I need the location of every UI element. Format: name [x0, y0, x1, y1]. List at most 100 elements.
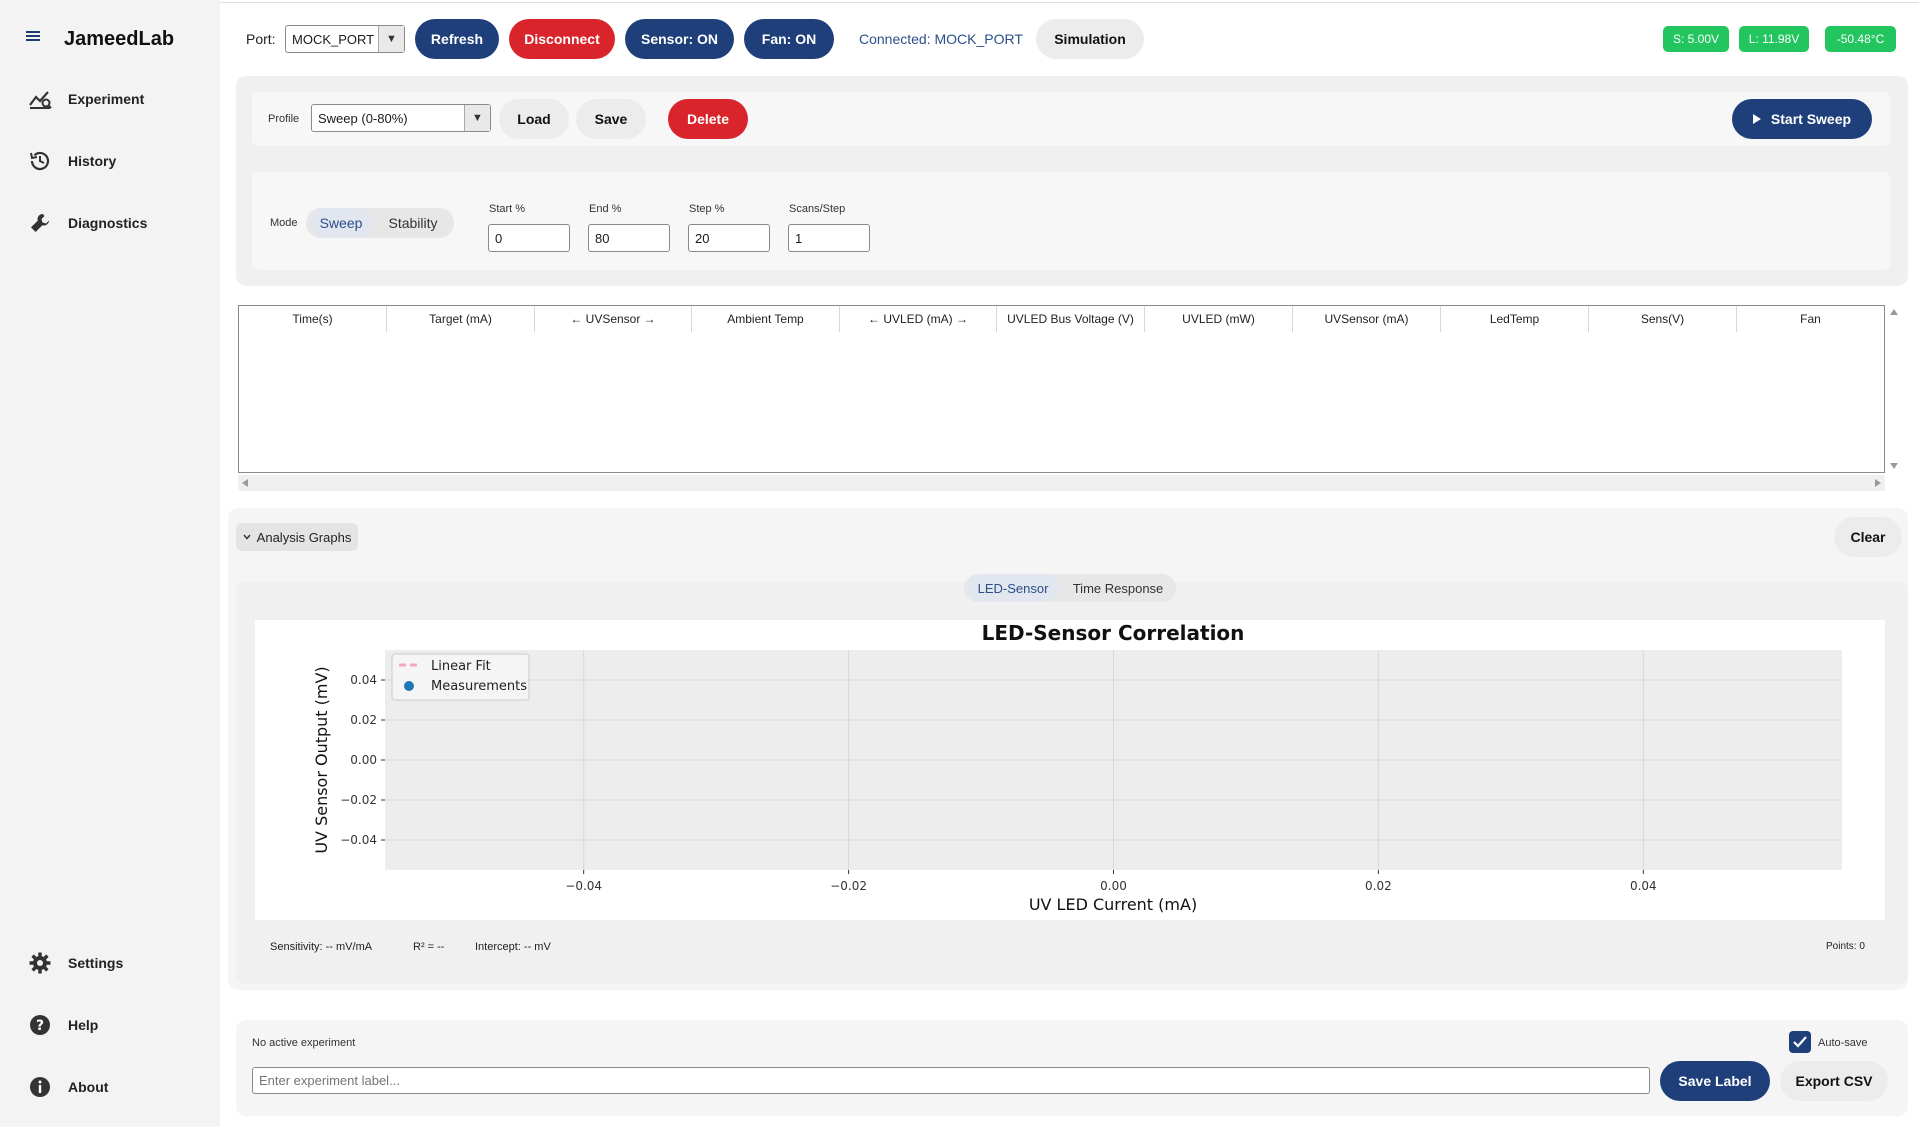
- x-tick-label: 0.00: [1100, 879, 1127, 893]
- legend-label: Linear Fit: [431, 659, 491, 674]
- chart-legend: Linear Fit Measurements: [391, 653, 530, 701]
- sidebar: JameedLab Experiment History Diagnostics…: [0, 0, 220, 1127]
- clear-graphs-button[interactable]: Clear: [1834, 517, 1902, 557]
- chevron-down-icon: [243, 534, 251, 540]
- table-header[interactable]: Ambient Temp: [692, 306, 840, 332]
- graph-tab-bar: LED-Sensor Time Response: [964, 574, 1176, 602]
- mode-option-stability[interactable]: Stability: [376, 208, 450, 238]
- analysis-graphs-toggle[interactable]: Analysis Graphs: [236, 523, 358, 551]
- autosave-label: Auto-save: [1818, 1037, 1868, 1049]
- sidebar-item-history[interactable]: History: [28, 146, 116, 176]
- x-tick-label: 0.02: [1365, 879, 1392, 893]
- experiment-status: No active experiment: [252, 1037, 356, 1049]
- help-icon: ?: [30, 1015, 50, 1035]
- tab-led-sensor[interactable]: LED-Sensor: [967, 574, 1059, 602]
- hamburger-menu-icon[interactable]: [26, 28, 40, 46]
- led-voltage-badge: L: 11.98V: [1739, 26, 1809, 52]
- experiment-label-input[interactable]: [252, 1067, 1650, 1094]
- table-header[interactable]: UVLED Bus Voltage (V): [997, 306, 1145, 332]
- start-percent-input[interactable]: 0: [488, 224, 570, 252]
- y-tick-label: 0.02: [350, 713, 377, 727]
- table-header[interactable]: ← UVSensor →: [535, 306, 692, 332]
- refresh-button[interactable]: Refresh: [415, 19, 499, 59]
- step-percent-input[interactable]: 20: [688, 224, 770, 252]
- export-csv-button[interactable]: Export CSV: [1780, 1061, 1888, 1101]
- end-percent-label: End %: [589, 203, 622, 215]
- port-select[interactable]: MOCK_PORT ▼: [285, 25, 405, 53]
- table-header[interactable]: Target (mA): [387, 306, 535, 332]
- scans-per-step-label: Scans/Step: [789, 203, 846, 215]
- start-percent-label: Start %: [489, 203, 526, 215]
- sidebar-item-label: Diagnostics: [68, 215, 148, 231]
- chart-card: 0.04 0.02 0.00 −0.02 −0.04 −0.04 −0.02 0.00 0.0…: [255, 620, 1885, 920]
- app-title: JameedLab: [64, 28, 175, 50]
- sidebar-item-label: Settings: [68, 955, 124, 971]
- delete-profile-button[interactable]: Delete: [668, 99, 748, 139]
- step-percent-label: Step %: [689, 203, 725, 215]
- temperature-badge: -50.48°C: [1825, 26, 1896, 52]
- scans-per-step-input[interactable]: 1: [788, 224, 870, 252]
- profile-select-value: Sweep (0-80%): [318, 110, 408, 126]
- analysis-toggle-label: Analysis Graphs: [256, 529, 352, 545]
- y-tick-label: 0.04: [350, 673, 377, 687]
- svg-text:?: ?: [36, 1018, 44, 1034]
- disconnect-button[interactable]: Disconnect: [509, 19, 615, 59]
- mode-label: Mode: [270, 217, 298, 229]
- sidebar-item-help[interactable]: ? Help: [28, 1010, 98, 1040]
- table-horizontal-scrollbar[interactable]: [238, 475, 1885, 491]
- sensor-toggle-button[interactable]: Sensor: ON: [625, 19, 734, 59]
- chart-title: LED-Sensor Correlation: [982, 621, 1245, 645]
- table-header[interactable]: ← UVLED (mA) →: [840, 306, 997, 332]
- tab-time-response[interactable]: Time Response: [1063, 574, 1173, 602]
- table-header[interactable]: LedTemp: [1441, 306, 1589, 332]
- y-tick-label: −0.02: [340, 793, 377, 807]
- save-label-button[interactable]: Save Label: [1660, 1061, 1770, 1101]
- sensitivity-stat: Sensitivity: -- mV/mA: [270, 941, 373, 953]
- port-label: Port:: [246, 31, 276, 47]
- divider: [220, 2, 1919, 3]
- sidebar-item-about[interactable]: About: [28, 1072, 108, 1102]
- intercept-stat: Intercept: -- mV: [475, 941, 551, 953]
- chart-line-icon: [29, 91, 52, 109]
- table-header[interactable]: UVSensor (mA): [1293, 306, 1441, 332]
- table-header[interactable]: Sens(V): [1589, 306, 1737, 332]
- table-header[interactable]: Time(s): [239, 306, 387, 332]
- x-tick-label: −0.04: [565, 879, 602, 893]
- chevron-down-icon: ▼: [378, 26, 404, 52]
- chart-x-axis-label: UV LED Current (mA): [1029, 895, 1197, 914]
- sidebar-item-experiment[interactable]: Experiment: [28, 84, 144, 114]
- autosave-checkbox[interactable]: [1789, 1031, 1811, 1053]
- start-sweep-label: Start Sweep: [1770, 111, 1852, 127]
- table-header[interactable]: Fan: [1737, 306, 1884, 332]
- mode-segmented-control: Sweep Stability: [306, 208, 454, 238]
- profile-select[interactable]: Sweep (0-80%) ▼: [311, 104, 491, 132]
- legend-label: Measurements: [431, 679, 527, 694]
- fan-toggle-button[interactable]: Fan: ON: [744, 19, 834, 59]
- start-sweep-button[interactable]: Start Sweep: [1732, 99, 1872, 139]
- table-vertical-scrollbar[interactable]: [1885, 305, 1903, 473]
- sidebar-item-settings[interactable]: Settings: [28, 948, 123, 978]
- profile-label: Profile: [268, 113, 300, 125]
- port-select-value: MOCK_PORT: [292, 31, 375, 47]
- points-count: Points: 0: [1826, 941, 1865, 952]
- sidebar-item-diagnostics[interactable]: Diagnostics: [28, 208, 147, 238]
- end-percent-input[interactable]: 80: [588, 224, 670, 252]
- data-table[interactable]: Time(s) Target (mA) ← UVSensor → Ambient…: [238, 305, 1885, 473]
- simulation-button[interactable]: Simulation: [1036, 19, 1144, 59]
- wrench-icon: [31, 214, 49, 232]
- table-header[interactable]: UVLED (mW): [1145, 306, 1293, 332]
- mode-option-sweep[interactable]: Sweep: [310, 208, 372, 238]
- sidebar-item-label: History: [68, 153, 117, 169]
- gear-icon: [29, 952, 51, 974]
- x-tick-label: 0.04: [1630, 879, 1657, 893]
- r-squared-stat: R² = --: [413, 941, 445, 953]
- sidebar-item-label: About: [68, 1079, 109, 1095]
- mode-row: [252, 172, 1890, 270]
- y-tick-label: −0.04: [340, 833, 377, 847]
- check-icon: [1793, 1036, 1807, 1048]
- profile-row: [252, 92, 1890, 146]
- connection-status: Connected: MOCK_PORT: [859, 31, 1023, 47]
- load-profile-button[interactable]: Load: [499, 99, 569, 139]
- save-profile-button[interactable]: Save: [576, 99, 646, 139]
- info-icon: [30, 1077, 50, 1097]
